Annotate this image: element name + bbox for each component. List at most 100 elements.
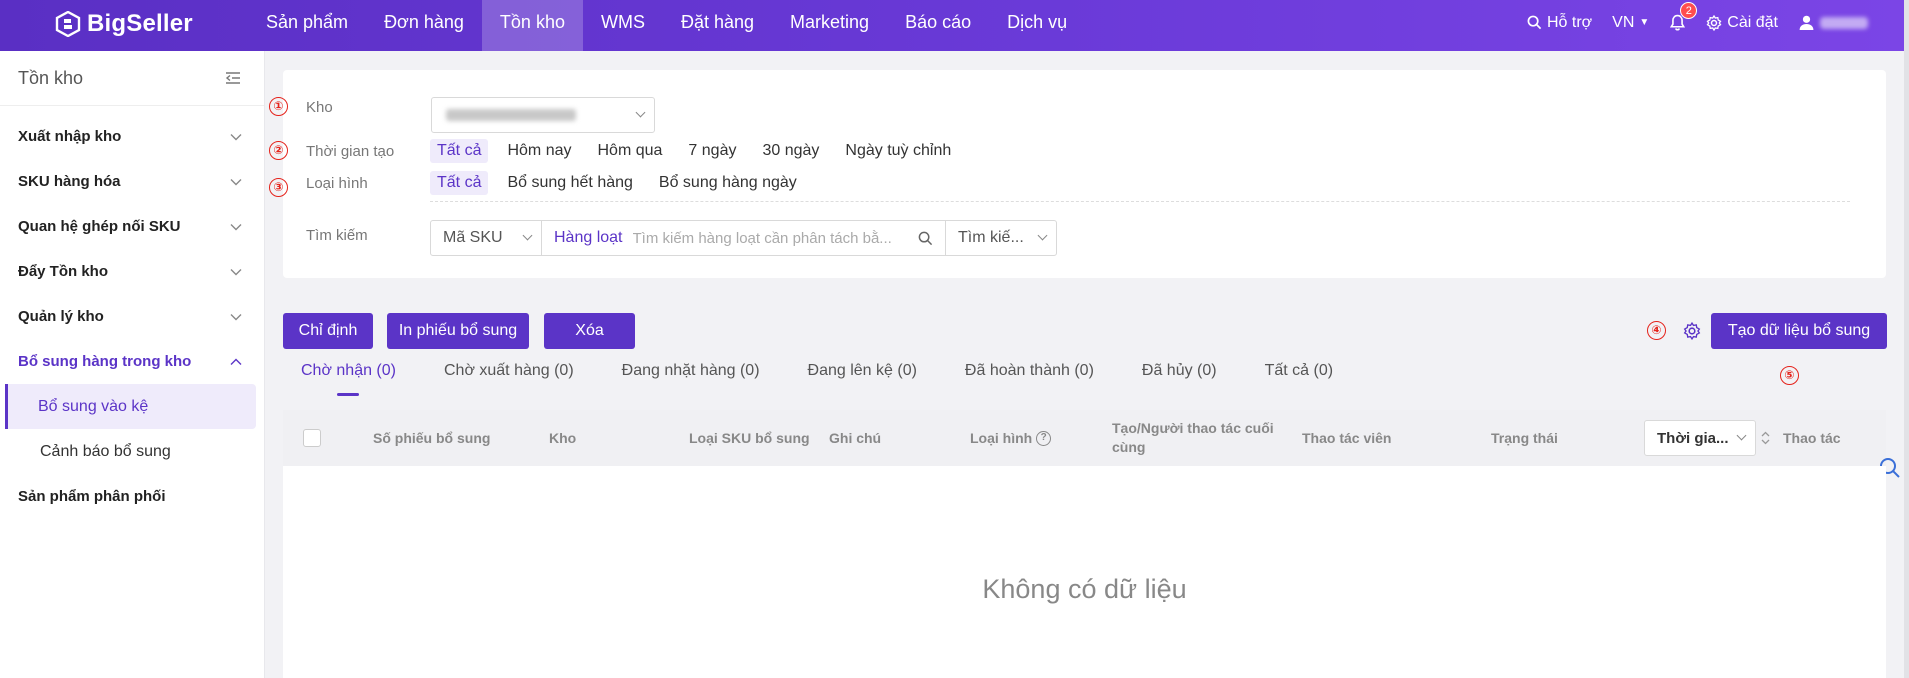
search-input-wrap: Hàng loạt Tìm kiếm hàng loạt cần phân tá… [542, 221, 946, 255]
time-option-30days[interactable]: 30 ngày [755, 139, 826, 163]
language-label: VN [1612, 13, 1635, 31]
sidebar-item-sku-mapping[interactable]: Quan hệ ghép nối SKU [0, 204, 264, 249]
type-option-daily[interactable]: Bổ sung hàng ngày [652, 171, 804, 195]
sidebar-item-sku[interactable]: SKU hàng hóa [0, 159, 264, 204]
warehouse-value-redacted [446, 109, 576, 121]
chevron-down-icon [230, 268, 242, 275]
nav-item-wms[interactable]: WMS [583, 0, 663, 51]
col-status: Trạng thái [1491, 430, 1558, 446]
notification-badge: 2 [1680, 2, 1698, 19]
create-replenish-button[interactable]: Tạo dữ liệu bổ sung [1711, 313, 1887, 349]
settings-gear-icon[interactable] [1683, 322, 1701, 340]
warehouse-label: Kho [306, 99, 333, 116]
help-icon[interactable]: ? [1036, 430, 1052, 446]
tab-picking[interactable]: Đang nhặt hàng (0) [604, 354, 778, 394]
search-mode-select[interactable]: Tìm kiế... [946, 221, 1056, 255]
assign-button[interactable]: Chỉ định [283, 313, 373, 349]
type-option-all[interactable]: Tất cả [430, 171, 489, 195]
chevron-down-icon [635, 107, 646, 118]
nav-item-reports[interactable]: Báo cáo [887, 0, 989, 51]
tab-completed[interactable]: Đã hoàn thành (0) [947, 354, 1112, 394]
time-sort-select[interactable]: Thời gia... [1644, 420, 1756, 456]
tab-all[interactable]: Tất cả (0) [1247, 354, 1351, 394]
search-icon[interactable] [918, 231, 933, 246]
tab-cancelled[interactable]: Đã hủy (0) [1124, 354, 1235, 394]
time-option-custom[interactable]: Ngày tuỳ chỉnh [838, 139, 958, 163]
sidebar-item-label: Xuất nhập kho [18, 128, 122, 145]
chevron-down-icon [230, 313, 242, 320]
search-field-value: Mã SKU [443, 229, 503, 246]
sidebar-item-label: SKU hàng hóa [18, 173, 121, 190]
language-select[interactable]: VN ▼ [1612, 14, 1649, 32]
search-input[interactable]: Tìm kiếm hàng loạt cần phân tách bằ... [633, 230, 923, 247]
status-tabs: Chờ nhận (0) Chờ xuất hàng (0) Đang nhặt… [283, 354, 1363, 394]
search-field-select[interactable]: Mã SKU [431, 221, 542, 255]
time-option-today[interactable]: Hôm nay [500, 139, 578, 163]
sidebar-header: Tồn kho [0, 51, 264, 106]
chevron-down-icon [230, 133, 242, 140]
delete-button[interactable]: Xóa [544, 313, 635, 349]
time-option-7days[interactable]: 7 ngày [681, 139, 743, 163]
print-replenish-button[interactable]: In phiếu bổ sung [387, 313, 529, 349]
table-header: Số phiếu bổ sung Kho Loại SKU bổ sung Gh… [283, 410, 1886, 466]
caret-down-icon: ▼ [1639, 17, 1650, 28]
user-icon [1799, 15, 1814, 30]
brand-logo[interactable]: BigSeller [55, 10, 193, 38]
brand-name: BigSeller [87, 10, 193, 37]
sidebar-item-replenishment[interactable]: Bổ sung hàng trong kho [0, 339, 264, 384]
scroll-gutter [1904, 0, 1909, 678]
tab-pending[interactable]: Chờ nhận (0) [283, 354, 414, 394]
col-action: Thao tác [1783, 430, 1841, 446]
sidebar: Tồn kho Xuất nhập kho SKU hàng hóa Quan … [0, 51, 265, 678]
filter-panel: ① ② ③ Kho Thời gian tạo Tất cả Hôm nay H… [269, 70, 1886, 278]
nav-item-products[interactable]: Sản phẩm [248, 0, 366, 51]
sidebar-item-distribution[interactable]: Sản phẩm phân phối [0, 474, 264, 519]
marker-2: ② [269, 141, 288, 160]
tab-awaiting-dispatch[interactable]: Chờ xuất hàng (0) [426, 354, 592, 394]
notification-button[interactable]: 2 [1669, 2, 1698, 31]
sidebar-item-warehouse-mgmt[interactable]: Quản lý kho [0, 294, 264, 339]
sidebar-subitem-replenish-alert[interactable]: Cảnh báo bổ sung [5, 429, 256, 474]
search-group: Mã SKU Hàng loạt Tìm kiếm hàng loạt cần … [430, 220, 1057, 256]
collapse-menu-icon[interactable] [224, 70, 242, 86]
sidebar-item-stock-io[interactable]: Xuất nhập kho [0, 114, 264, 159]
table-body: Không có dữ liệu [283, 466, 1886, 678]
nav-item-inventory[interactable]: Tồn kho [481, 0, 583, 51]
marker-3: ③ [269, 178, 288, 197]
support-link[interactable]: Hỗ trợ [1527, 14, 1592, 32]
nav-item-purchase[interactable]: Đặt hàng [663, 0, 772, 51]
chevron-down-icon [230, 178, 242, 185]
top-right-tools: Hỗ trợ VN ▼ 2 Cài đặt [1527, 0, 1868, 45]
select-all-checkbox[interactable] [303, 429, 321, 447]
time-label: Thời gian tạo [306, 143, 395, 160]
settings-label: Cài đặt [1727, 13, 1778, 31]
tab-shelving[interactable]: Đang lên kệ (0) [790, 354, 935, 394]
nav-item-services[interactable]: Dịch vụ [989, 0, 1085, 51]
top-navbar: BigSeller Sản phẩm Đơn hàng Tồn kho WMS … [0, 0, 1904, 51]
marker-5: ⑤ [1780, 366, 1799, 385]
time-option-yesterday[interactable]: Hôm qua [591, 139, 670, 163]
sidebar-item-label: Quan hệ ghép nối SKU [18, 218, 181, 235]
divider [430, 201, 1850, 202]
batch-search-toggle[interactable]: Hàng loạt [554, 229, 623, 247]
time-sort-value: Thời gia... [1657, 429, 1729, 447]
col-type: Loại hình ? [970, 410, 1052, 466]
time-option-all[interactable]: Tất cả [430, 139, 489, 163]
sidebar-subitem-shelf-replenish[interactable]: Bổ sung vào kệ [5, 384, 256, 429]
type-option-out-of-stock[interactable]: Bổ sung hết hàng [500, 171, 639, 195]
nav-item-orders[interactable]: Đơn hàng [366, 0, 482, 51]
col-note: Ghi chú [829, 430, 882, 446]
settings-link[interactable]: Cài đặt [1706, 14, 1778, 32]
type-label: Loại hình [306, 175, 368, 192]
search-label: Tìm kiếm [306, 227, 368, 244]
sidebar-item-label: Đẩy Tồn kho [18, 263, 109, 280]
sort-icon[interactable] [1761, 431, 1770, 445]
sidebar-item-push-stock[interactable]: Đẩy Tồn kho [0, 249, 264, 294]
sidebar-item-label: Quản lý kho [18, 308, 104, 325]
chevron-down-icon [230, 223, 242, 230]
nav-item-marketing[interactable]: Marketing [772, 0, 887, 51]
user-menu[interactable] [1798, 14, 1868, 31]
search-icon [1527, 15, 1542, 30]
warehouse-select[interactable] [431, 97, 655, 133]
marker-1: ① [269, 97, 288, 116]
